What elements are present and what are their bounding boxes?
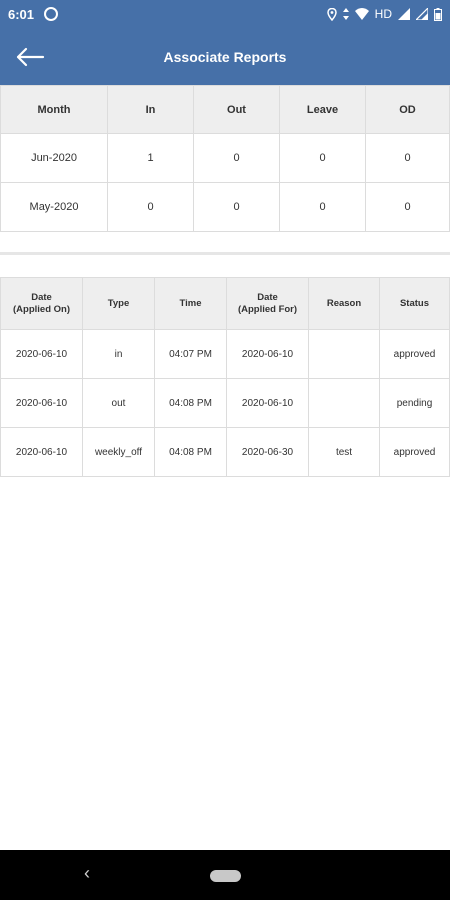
detail-header-status: Status xyxy=(379,277,450,330)
detail-cell-type: out xyxy=(82,378,155,428)
header-line: (Applied For) xyxy=(237,303,298,315)
sync-icon xyxy=(44,7,59,21)
detail-cell-applied-for: 2020-06-10 xyxy=(226,378,309,428)
detail-cell-applied-for: 2020-06-10 xyxy=(226,329,309,379)
summary-header-month: Month xyxy=(0,85,108,134)
divider xyxy=(0,252,450,255)
detail-cell-type: in xyxy=(82,329,155,379)
detail-header-applied-for: Date (Applied For) xyxy=(226,277,309,330)
detail-header-type: Type xyxy=(82,277,155,330)
cell-signal-2-icon xyxy=(416,8,428,20)
detail-cell-applied-on: 2020-06-10 xyxy=(0,427,83,477)
status-time: 6:01 xyxy=(8,6,35,22)
header-line: Date xyxy=(257,291,278,303)
summary-cell-out: 0 xyxy=(193,133,280,183)
summary-header-leave: Leave xyxy=(279,85,366,134)
detail-cell-time: 04:08 PM xyxy=(154,378,227,428)
page-title: Associate Reports xyxy=(163,48,287,65)
summary-cell-month: Jun-2020 xyxy=(0,133,108,183)
nav-back-button[interactable]: ‹ xyxy=(84,863,90,884)
wifi-icon xyxy=(354,8,369,20)
back-button[interactable] xyxy=(0,28,60,85)
battery-icon xyxy=(434,7,442,21)
detail-cell-status: pending xyxy=(379,378,450,428)
detail-cell-type: weekly_off xyxy=(82,427,155,477)
monthly-summary-table: Month In Out Leave OD Jun-2020 1 0 0 0 M… xyxy=(0,85,450,232)
detail-header-row: Date (Applied On) Type Time Date (Applie… xyxy=(0,277,450,330)
summary-cell-in: 0 xyxy=(107,182,194,232)
app-bar: Associate Reports xyxy=(0,28,450,85)
location-icon xyxy=(326,7,337,21)
detail-header-time: Time xyxy=(154,277,227,330)
detail-header-applied-on: Date (Applied On) xyxy=(0,277,83,330)
summary-header-out: Out xyxy=(193,85,280,134)
header-line: (Applied On) xyxy=(13,303,70,315)
system-nav-bar: ‹ xyxy=(0,850,450,900)
detail-cell-status: approved xyxy=(379,427,450,477)
summary-header-in: In xyxy=(107,85,194,134)
status-icons: HD xyxy=(326,7,442,21)
header-line: Date xyxy=(31,291,52,303)
table-row: 2020-06-10 out 04:08 PM 2020-06-10 pendi… xyxy=(0,378,450,428)
table-row: Jun-2020 1 0 0 0 xyxy=(0,133,450,183)
summary-header-od: OD xyxy=(365,85,450,134)
detail-cell-applied-on: 2020-06-10 xyxy=(0,329,83,379)
detail-cell-applied-on: 2020-06-10 xyxy=(0,378,83,428)
table-row: 2020-06-10 in 04:07 PM 2020-06-10 approv… xyxy=(0,329,450,379)
summary-cell-out: 0 xyxy=(193,182,280,232)
arrow-left-icon xyxy=(16,47,45,66)
detail-cell-reason xyxy=(308,329,380,379)
detail-cell-reason: test xyxy=(308,427,380,477)
summary-cell-od: 0 xyxy=(365,133,450,183)
detail-header-reason: Reason xyxy=(308,277,380,330)
summary-header-row: Month In Out Leave OD xyxy=(0,85,450,134)
detail-cell-status: approved xyxy=(379,329,450,379)
detail-cell-time: 04:08 PM xyxy=(154,427,227,477)
detail-cell-reason xyxy=(308,378,380,428)
table-row: 2020-06-10 weekly_off 04:08 PM 2020-06-3… xyxy=(0,427,450,477)
summary-cell-leave: 0 xyxy=(279,182,366,232)
summary-cell-od: 0 xyxy=(365,182,450,232)
detail-cell-time: 04:07 PM xyxy=(154,329,227,379)
cell-signal-icon xyxy=(398,8,410,20)
attendance-detail-table: Date (Applied On) Type Time Date (Applie… xyxy=(0,277,450,477)
table-row: May-2020 0 0 0 0 xyxy=(0,182,450,232)
summary-cell-month: May-2020 xyxy=(0,182,108,232)
nav-home-pill[interactable] xyxy=(210,870,241,882)
detail-cell-applied-for: 2020-06-30 xyxy=(226,427,309,477)
signal-arrows-icon xyxy=(342,8,349,20)
summary-cell-in: 1 xyxy=(107,133,194,183)
status-bar: 6:01 HD xyxy=(0,0,450,28)
hd-label: HD xyxy=(374,7,392,21)
summary-cell-leave: 0 xyxy=(279,133,366,183)
